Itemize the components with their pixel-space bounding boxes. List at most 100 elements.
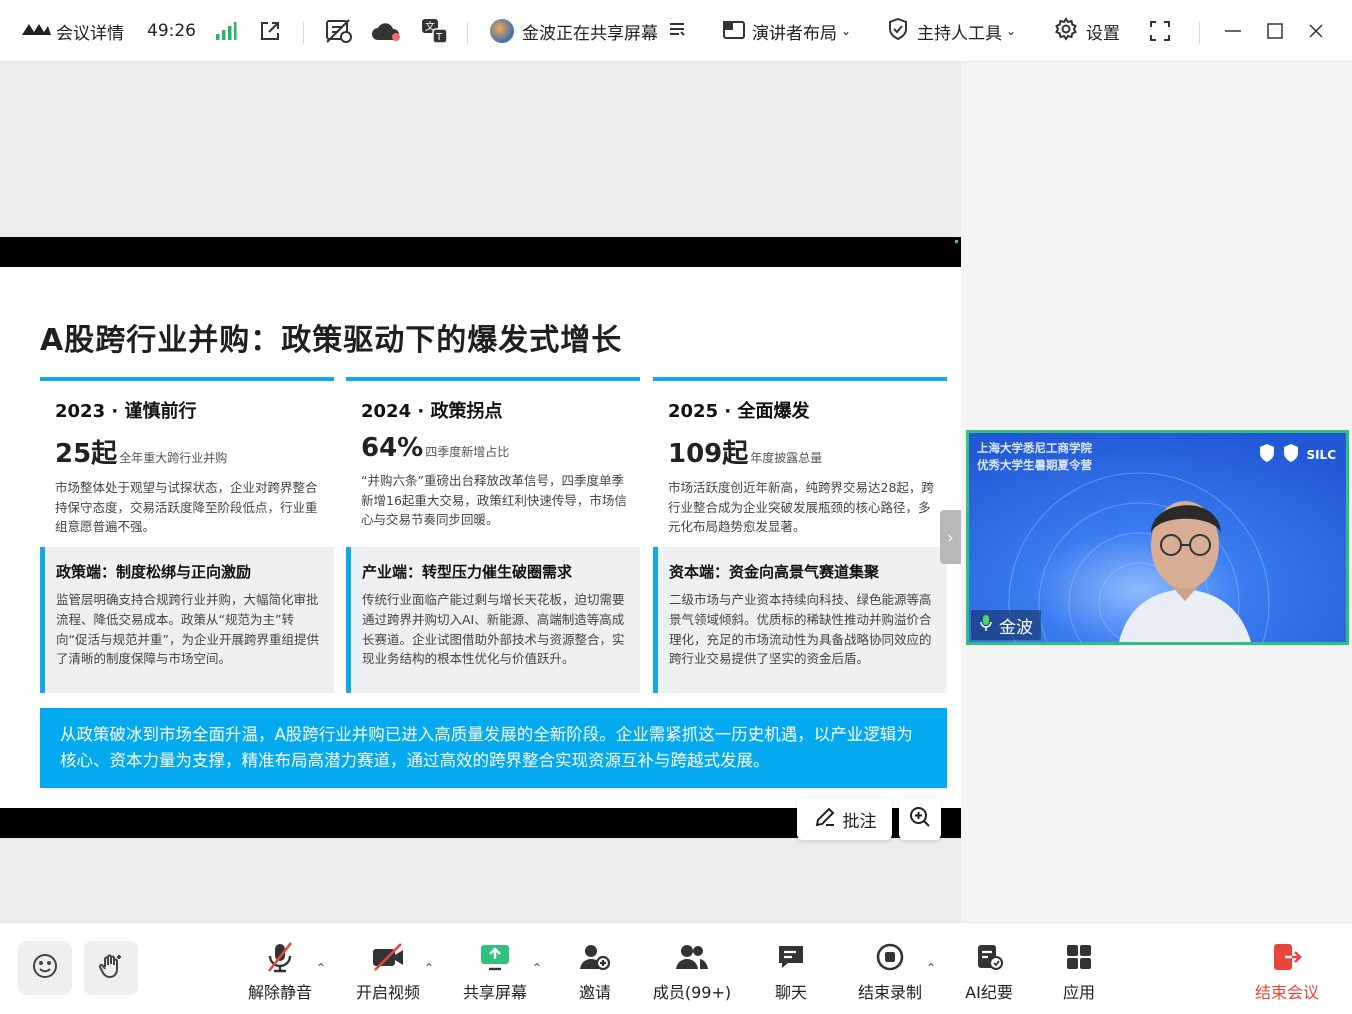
stat-caption: 全年重大跨行业并购: [119, 451, 228, 465]
chevron-up-icon[interactable]: ⌃: [424, 961, 434, 975]
unmute-label: 解除静音: [247, 983, 312, 1002]
status-dot: [955, 240, 958, 243]
pop-out-icon[interactable]: [258, 0, 282, 62]
end-meeting-button[interactable]: 结束会议: [1242, 941, 1332, 1003]
share-screen-button[interactable]: 共享屏幕: [450, 941, 540, 1003]
chat-icon: [776, 941, 806, 973]
smiley-icon: [31, 952, 59, 984]
top-bar: 会议详情 49:26 文T 金波正在共享屏幕 演讲者布局 ⌄ 主持人工具 ⌄ 设…: [0, 0, 1352, 62]
participant-nameplate: 金波: [971, 610, 1041, 640]
apps-label: 应用: [1062, 983, 1095, 1002]
hand-icon: [97, 952, 125, 984]
apps-button[interactable]: 应用: [1034, 941, 1124, 1003]
shield-icon: [887, 17, 909, 46]
stat-value: 109起: [668, 439, 749, 469]
letterbox-top: [0, 237, 961, 267]
sharing-status[interactable]: 金波正在共享屏幕: [490, 0, 686, 62]
column-accent-bar: [346, 377, 640, 381]
layout-icon: [722, 18, 746, 45]
divider: [303, 22, 304, 44]
chevron-up-icon[interactable]: ⌃: [926, 961, 936, 975]
stat-caption: 四季度新增占比: [425, 445, 510, 459]
card-title: 政策端：制度松绑与正向激励: [56, 563, 252, 581]
layout-label: 演讲者布局: [752, 23, 837, 44]
emblem-icon: [1258, 443, 1276, 466]
column-description: 市场整体处于观望与试探状态，企业对跨界整合持保守态度，交易活跃度降至阶段低点，行…: [55, 480, 318, 534]
chevron-down-icon: ⌄: [1006, 24, 1017, 38]
exit-icon: [1271, 941, 1303, 973]
pen-icon: [813, 805, 837, 834]
stop-recording-button[interactable]: 结束录制: [845, 941, 935, 1003]
caption-off-icon[interactable]: [325, 0, 353, 62]
divider: [467, 22, 468, 44]
fullscreen-icon[interactable]: [1148, 0, 1172, 62]
video-banner: 上海大学悉尼工商学院 优秀大学生暑期夏令营: [977, 440, 1092, 474]
annotate-label: 批注: [842, 811, 877, 832]
end-meeting-label: 结束会议: [1254, 983, 1319, 1002]
meeting-details[interactable]: 会议详情: [20, 0, 124, 62]
invite-label: 邀请: [578, 983, 611, 1002]
column-heading: 2024 · 政策拐点: [361, 401, 503, 422]
reaction-button[interactable]: [18, 941, 72, 995]
slide-title: A股跨行业并购：政策驱动下的爆发式增长: [40, 323, 623, 358]
participant-name: 金波: [999, 617, 1033, 638]
layout-dropdown[interactable]: 演讲者布局 ⌄: [722, 0, 851, 62]
start-video-button[interactable]: 开启视频: [343, 941, 433, 1003]
users-icon: [675, 941, 709, 973]
driver-card: 资本端：资金向高景气赛道集聚 二级市场与产业资本持续向科技、绿色能源等高景气领域…: [653, 547, 947, 693]
list-icon: [668, 21, 686, 42]
meeting-details-label: 会议详情: [56, 23, 124, 44]
timeline-column: 2025 · 全面爆发 109起 年度披露总量 市场活跃度创近年新高，纯跨界交易…: [653, 377, 947, 537]
maximize-icon[interactable]: [1266, 0, 1284, 62]
banner-line: 上海大学悉尼工商学院: [977, 441, 1092, 455]
column-description: “并购六条”重磅出台释放改革信号，四季度单季新增16起重大交易，政策红利快速传导…: [361, 473, 627, 527]
summary-banner: 从政策破冰到市场全面升温，A股跨行业并购已进入高质量发展的全新阶段。企业需紧抓这…: [40, 708, 947, 788]
panel-toggle-button[interactable]: ›: [940, 510, 961, 564]
emblem-icon: [1282, 443, 1300, 466]
svg-text:T: T: [435, 32, 443, 43]
cloud-record-icon[interactable]: [370, 0, 402, 62]
settings-label: 设置: [1086, 23, 1120, 44]
unmute-button[interactable]: 解除静音: [235, 941, 325, 1003]
presentation-slide: A股跨行业并购：政策驱动下的爆发式增长 2023 · 谨慎前行 25起 全年重大…: [0, 267, 961, 808]
school-logo: SILC: [1258, 443, 1336, 466]
translate-icon[interactable]: 文T: [420, 0, 450, 62]
zoom-in-icon: [908, 805, 932, 833]
chevron-down-icon: ⌄: [841, 24, 852, 38]
add-user-icon: [579, 941, 611, 973]
chevron-up-icon[interactable]: ⌃: [532, 961, 542, 975]
mic-off-icon: [265, 941, 295, 973]
column-heading: 2023 · 谨慎前行: [55, 401, 197, 422]
camera-off-icon: [371, 941, 405, 973]
invite-button[interactable]: 邀请: [550, 941, 640, 1003]
chat-button[interactable]: 聊天: [746, 941, 836, 1003]
column-accent-bar: [653, 377, 947, 381]
minimize-icon[interactable]: [1224, 0, 1242, 62]
settings-button[interactable]: 设置: [1054, 0, 1120, 62]
share-screen-icon: [479, 941, 511, 973]
zoom-button[interactable]: [899, 798, 941, 840]
timeline-column: 2024 · 政策拐点 64% 四季度新增占比 “并购六条”重磅出台释放改革信号…: [346, 377, 640, 530]
chevron-up-icon[interactable]: ⌃: [316, 961, 326, 975]
host-tools-dropdown[interactable]: 主持人工具 ⌄: [887, 0, 1016, 62]
members-button[interactable]: 成员(99+): [647, 941, 737, 1003]
card-title: 产业端：转型压力催生破圈需求: [362, 563, 573, 581]
video-tile[interactable]: 上海大学悉尼工商学院 优秀大学生暑期夏令营 SILC 金波: [966, 430, 1349, 645]
ai-notes-icon: [974, 941, 1004, 973]
app-logo-icon: [20, 20, 52, 43]
signal-strength-icon[interactable]: [215, 0, 237, 62]
driver-card: 产业端：转型压力催生破圈需求 传统行业面临产能过剩与增长天花板，迫切需要通过跨界…: [346, 547, 640, 693]
stat-caption: 年度披露总量: [750, 451, 823, 465]
stop-recording-label: 结束录制: [857, 983, 922, 1002]
bottom-toolbar: 解除静音 ⌃ 开启视频 ⌃ 共享屏幕 ⌃ 邀请 成员(99+) 聊天 结束录制 …: [0, 922, 1352, 1014]
divider: [1199, 22, 1200, 44]
sharer-avatar: [490, 19, 514, 43]
ai-minutes-button[interactable]: AI纪要: [944, 941, 1034, 1003]
annotate-button[interactable]: 批注: [797, 798, 892, 840]
record-stop-icon: [875, 941, 905, 973]
raise-hand-button[interactable]: [84, 941, 138, 995]
card-body: 传统行业面临产能过剩与增长天花板，迫切需要通过跨界并购切入AI、新能源、高端制造…: [362, 592, 625, 667]
close-icon[interactable]: [1308, 0, 1324, 62]
column-stat: 64% 四季度新增占比: [361, 433, 640, 463]
meeting-timer: 49:26: [147, 21, 196, 41]
